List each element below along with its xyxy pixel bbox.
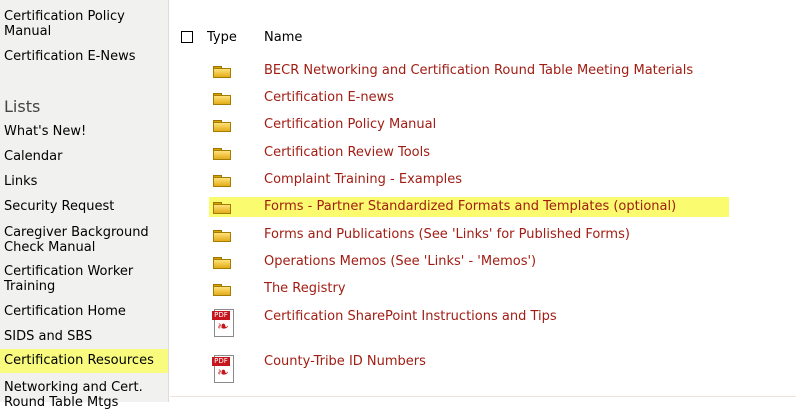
table-row: Certification Policy Manual: [170, 115, 796, 139]
folder-icon: [213, 257, 231, 269]
sidebar-item-label: Links: [4, 174, 38, 189]
table-row: BECR Networking and Certification Round …: [170, 61, 796, 85]
item-link[interactable]: Certification SharePoint Instructions an…: [264, 309, 557, 324]
item-link[interactable]: Certification Policy Manual: [264, 117, 436, 132]
table-row: PDF ❧ County-Tribe ID Numbers: [170, 353, 796, 389]
divider: [170, 396, 796, 397]
sidebar-item-label: Networking and Cert. Round Table Mtgs: [4, 380, 143, 410]
sidebar-item-certification-resources[interactable]: Certification Resources: [0, 349, 168, 373]
folder-icon: [213, 230, 231, 242]
sidebar-item-label: Certification E-News: [4, 49, 136, 64]
sidebar-item-whats-new[interactable]: What's New!: [0, 124, 168, 139]
pdf-icon: PDF ❧: [212, 309, 234, 337]
sidebar-item-label: Certification Home: [4, 304, 126, 319]
table-row: Complaint Training - Examples: [170, 170, 796, 194]
item-link[interactable]: Certification E-news: [264, 90, 394, 105]
item-link[interactable]: Operations Memos (See 'Links' - 'Memos'): [264, 254, 536, 269]
item-link[interactable]: Complaint Training - Examples: [264, 172, 462, 187]
table-row: Certification Review Tools: [170, 143, 796, 167]
sidebar-item-calendar[interactable]: Calendar: [0, 149, 168, 164]
item-link[interactable]: The Registry: [264, 281, 346, 296]
sidebar-item-label: Caregiver Background Check Manual: [4, 225, 149, 255]
table-row: Forms and Publications (See 'Links' for …: [170, 225, 796, 249]
sidebar-item-caregiver-background-check-manual[interactable]: Caregiver Background Check Manual: [0, 225, 160, 255]
sidebar-item-certification-home[interactable]: Certification Home: [0, 304, 168, 319]
item-link[interactable]: Forms and Publications (See 'Links' for …: [264, 227, 630, 242]
table-row: The Registry: [170, 279, 796, 303]
sidebar-item-label: SIDS and SBS: [4, 329, 93, 344]
sidebar: Certification Policy Manual Certificatio…: [0, 0, 169, 410]
folder-icon: [213, 202, 231, 214]
folder-icon: [213, 93, 231, 105]
folder-icon: [213, 148, 231, 160]
pdf-icon: PDF ❧: [212, 355, 234, 383]
table-row: PDF ❧ Certification SharePoint Instructi…: [170, 307, 796, 343]
sidebar-item-label: What's New!: [4, 124, 87, 139]
sidebar-item-sids-and-sbs[interactable]: SIDS and SBS: [0, 329, 168, 344]
sidebar-item-security-request[interactable]: Security Request: [0, 199, 168, 214]
folder-icon: [213, 120, 231, 132]
sidebar-item-label: Certification Worker Training: [4, 264, 134, 294]
sidebar-item-label: Security Request: [4, 199, 115, 214]
document-library: Type Name BECR Networking and Certificat…: [170, 0, 796, 402]
table-row: Operations Memos (See 'Links' - 'Memos'): [170, 252, 796, 276]
select-all-checkbox[interactable]: [181, 31, 193, 43]
lists-heading: Lists: [4, 97, 41, 116]
folder-icon: [213, 175, 231, 187]
sidebar-item-label: Certification Policy Manual: [4, 9, 125, 39]
item-link[interactable]: Certification Review Tools: [264, 145, 430, 160]
table-row: Certification E-news: [170, 88, 796, 112]
item-link[interactable]: BECR Networking and Certification Round …: [264, 63, 693, 78]
table-row-highlighted: Forms - Partner Standardized Formats and…: [170, 197, 796, 221]
folder-icon: [213, 284, 231, 296]
column-header-type[interactable]: Type: [207, 30, 237, 45]
item-link[interactable]: County-Tribe ID Numbers: [264, 354, 426, 369]
column-header-name[interactable]: Name: [264, 30, 302, 45]
sidebar-item-certification-worker-training[interactable]: Certification Worker Training: [0, 264, 150, 294]
sidebar-item-links[interactable]: Links: [0, 174, 168, 189]
folder-icon: [213, 66, 231, 78]
item-link[interactable]: Forms - Partner Standardized Formats and…: [264, 199, 676, 214]
sidebar-item-certification-e-news[interactable]: Certification E-News: [0, 49, 168, 64]
sidebar-item-networking-and-cert-round-table-mtgs[interactable]: Networking and Cert. Round Table Mtgs: [0, 380, 150, 410]
sidebar-item-certification-policy-manual[interactable]: Certification Policy Manual: [0, 9, 168, 39]
sidebar-item-label: Certification Resources: [4, 353, 154, 368]
sidebar-item-label: Calendar: [4, 149, 63, 164]
